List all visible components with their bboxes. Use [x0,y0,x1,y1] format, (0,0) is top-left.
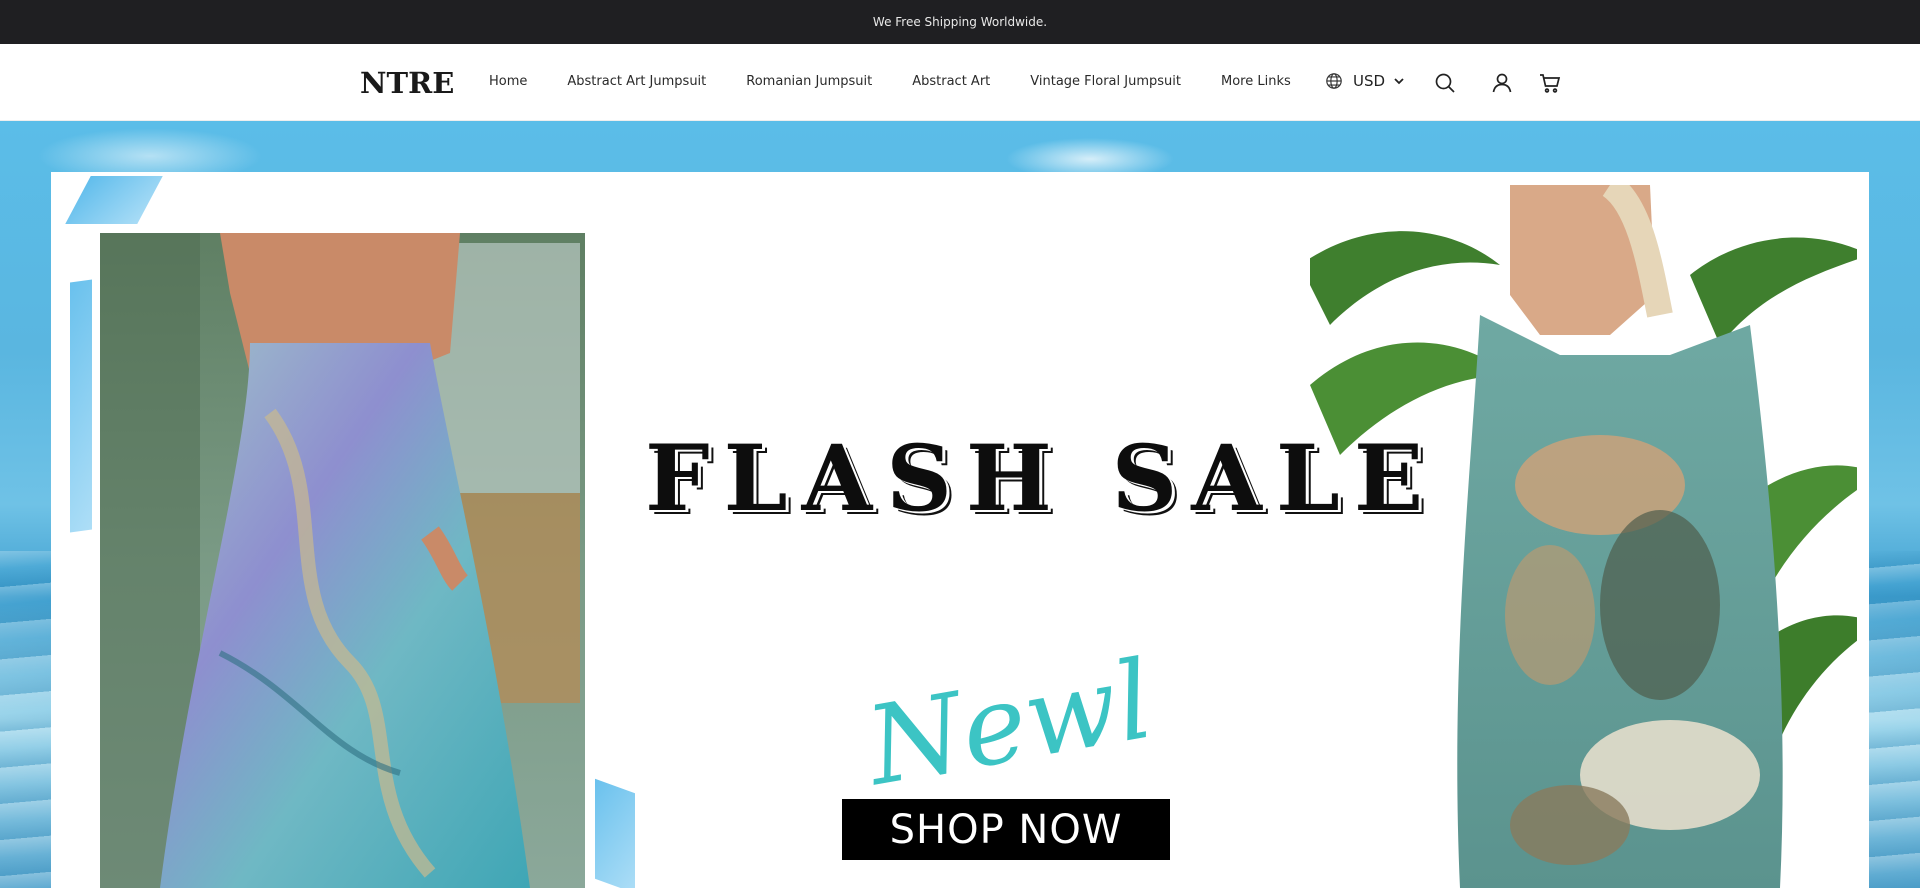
brush-stroke-decoration [70,279,92,533]
nav-item-abstract-art[interactable]: Abstract Art [912,74,990,89]
currency-label: USD [1353,72,1386,90]
currency-selector[interactable]: USD [1325,72,1406,90]
product-photo-right[interactable] [1310,185,1857,888]
search-icon[interactable] [1433,71,1457,95]
hero-banner[interactable]: FLASH SALE Newlook SHOP NOW [0,121,1920,888]
globe-icon [1326,73,1342,89]
nav-item-home[interactable]: Home [489,74,527,89]
cart-icon[interactable] [1538,71,1562,95]
jumpsuit-floral-image [1310,185,1857,888]
announcement-text: We Free Shipping Worldwide. [872,15,1048,29]
account-icon[interactable] [1490,71,1514,95]
product-photo-left[interactable] [100,233,585,888]
svg-text:Newlook: Newlook [856,604,1155,811]
script-text-newlook: Newlook [856,604,1155,811]
hero-headline: FLASH SALE [645,426,1438,532]
nav-item-romanian-jumpsuit[interactable]: Romanian Jumpsuit [746,74,872,89]
nav-item-abstract-art-jumpsuit[interactable]: Abstract Art Jumpsuit [567,74,706,89]
chevron-down-icon [1394,78,1404,85]
announcement-bar: We Free Shipping Worldwide. [0,0,1920,44]
nav-item-more-links[interactable]: More Links [1221,74,1291,89]
brush-stroke-decoration [595,778,635,888]
main-nav: Home Abstract Art Jumpsuit Romanian Jump… [489,74,1331,89]
nav-item-vintage-floral-jumpsuit[interactable]: Vintage Floral Jumpsuit [1030,74,1181,89]
jumpsuit-marble-image [100,233,585,888]
site-header: NTRE Home Abstract Art Jumpsuit Romanian… [0,44,1920,121]
shop-now-button[interactable]: SHOP NOW [842,799,1170,860]
site-logo[interactable]: NTRE [360,66,454,100]
